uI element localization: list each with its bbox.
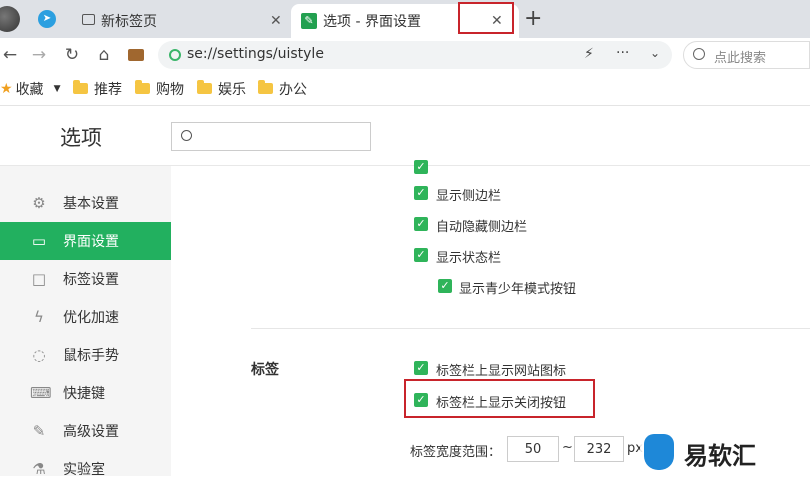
wrench-icon: ✎ — [301, 13, 317, 29]
search-icon — [181, 130, 192, 141]
option-label: 自动隐藏侧边栏 — [436, 220, 528, 235]
sidebar-item-label: 高级设置 — [63, 424, 119, 440]
keyboard-icon: ⌨ — [30, 384, 52, 402]
tab-width-max-input[interactable]: 232 — [574, 436, 624, 462]
folder-icon — [197, 80, 212, 94]
tab-strip: ➤ 新标签页 ✕ ✎ 选项 - 界面设置 ✕ + — [0, 0, 810, 38]
bookmark-folder[interactable]: 办公 — [258, 72, 307, 105]
window-icon: ▭ — [31, 232, 47, 250]
settings-header: 选项 — [0, 106, 810, 166]
checkbox[interactable]: ✓ — [414, 186, 428, 200]
favorites-menu[interactable]: ★ 收藏 ▼ — [0, 72, 60, 105]
favorites-label: 收藏 — [15, 81, 44, 98]
address-text: se://settings/uistyle — [187, 46, 324, 62]
more-menu-icon[interactable]: ··· — [616, 45, 629, 61]
tab-width-min-input[interactable]: 50 — [507, 436, 559, 462]
folder-icon — [258, 80, 273, 94]
bookmark-folder[interactable]: 推荐 — [73, 72, 122, 105]
checkbox[interactable]: ✓ — [414, 217, 428, 231]
search-icon — [693, 48, 705, 60]
sidebar-item-interface[interactable]: ▭ 界面设置 — [0, 222, 171, 260]
lightning-icon[interactable]: ⚡ — [584, 46, 594, 62]
page-title: 选项 — [60, 126, 102, 150]
checkbox[interactable]: ✓ — [414, 248, 428, 262]
tab-title: 新标签页 — [101, 14, 157, 30]
new-tab-page-icon — [82, 14, 95, 25]
sidebar-item-lab[interactable]: ⚗ 实验室 — [0, 450, 171, 488]
tab-title: 选项 - 界面设置 — [323, 14, 421, 30]
bookmark-folder[interactable]: 娱乐 — [197, 72, 246, 105]
sidebar-item-label: 实验室 — [63, 462, 105, 478]
sidebar-item-label: 鼠标手势 — [63, 348, 119, 364]
bookmark-label: 办公 — [279, 81, 307, 98]
search-placeholder: 点此搜索 — [714, 51, 767, 66]
section-divider — [251, 328, 810, 329]
sidebar-item-shortcuts[interactable]: ⌨ 快捷键 — [0, 374, 171, 412]
briefcase-icon[interactable] — [124, 38, 148, 72]
close-icon[interactable]: ✕ — [270, 13, 282, 29]
width-range-label: 标签宽度范围： — [410, 445, 502, 460]
profile-avatar[interactable] — [0, 6, 20, 32]
toolbar: ← → ↻ ⌂ se://settings/uistyle ⚡ ··· ⌄ 点此… — [0, 38, 810, 72]
bookmark-folder[interactable]: 购物 — [135, 72, 184, 105]
gear-icon: ⚙ — [32, 194, 46, 212]
new-tab-button[interactable]: + — [524, 6, 542, 31]
checkbox[interactable]: ✓ — [414, 160, 428, 174]
settings-search-input[interactable] — [171, 122, 371, 151]
option-label: 标签栏上显示网站图标 — [436, 364, 567, 379]
sidebar-item-basic[interactable]: ⚙ 基本设置 — [0, 184, 171, 222]
sidebar-item-label: 快捷键 — [63, 386, 105, 402]
sidebar-item-label: 界面设置 — [63, 234, 119, 250]
sidebar: ⚙ 基本设置 ▭ 界面设置 □ 标签设置 ϟ 优化加速 ◌ 鼠标手势 ⌨ 快捷键 ✎ 高级设置… — [0, 166, 171, 478]
watermark-logo-icon — [644, 434, 674, 470]
watermark-text: 易软汇 — [684, 442, 756, 470]
bookmarks-bar: ★ 收藏 ▼ 推荐 购物 娱乐 办公 — [0, 72, 810, 106]
option-label: 显示侧边栏 — [436, 189, 502, 204]
checkbox[interactable]: ✓ — [438, 279, 452, 293]
flask-icon: ⚗ — [32, 460, 46, 478]
sidebar-item-label: 基本设置 — [63, 196, 119, 212]
option-label: 显示青少年模式按钮 — [459, 282, 577, 297]
sidebar-item-tabs[interactable]: □ 标签设置 — [0, 260, 171, 298]
bookmark-label: 购物 — [156, 81, 184, 98]
address-bar[interactable]: se://settings/uistyle ⚡ ··· ⌄ — [158, 41, 672, 69]
back-button[interactable]: ← — [0, 38, 20, 72]
bookmark-label: 推荐 — [94, 81, 122, 98]
wrench-icon: ✎ — [32, 422, 46, 440]
bookmark-label: 娱乐 — [218, 81, 246, 98]
close-button-highlight — [458, 2, 514, 34]
tab-new-tab[interactable]: 新标签页 ✕ — [74, 4, 290, 38]
tab-icon: □ — [31, 270, 47, 288]
sidebar-item-optimize[interactable]: ϟ 优化加速 — [0, 298, 171, 336]
checkbox[interactable]: ✓ — [414, 361, 428, 375]
search-input[interactable]: 点此搜索 — [683, 41, 810, 69]
sidebar-item-label: 优化加速 — [63, 310, 119, 326]
range-separator: ~ — [562, 440, 573, 455]
watermark: 易软汇 — [640, 428, 810, 476]
lightning-icon: ϟ — [34, 308, 44, 326]
telegram-pinned-tab-icon[interactable]: ➤ — [38, 10, 56, 28]
reload-button[interactable]: ↻ — [60, 38, 84, 72]
option-highlight — [404, 379, 595, 418]
mouse-icon: ◌ — [32, 346, 46, 364]
sidebar-item-mouse-gestures[interactable]: ◌ 鼠标手势 — [0, 336, 171, 374]
folder-icon — [73, 80, 88, 94]
star-icon: ★ — [0, 80, 13, 97]
sidebar-item-advanced[interactable]: ✎ 高级设置 — [0, 412, 171, 450]
caret-down-icon: ▼ — [53, 83, 61, 94]
sidebar-item-label: 标签设置 — [63, 272, 119, 288]
forward-button[interactable]: → — [28, 38, 50, 72]
chevron-down-icon[interactable]: ⌄ — [650, 46, 660, 60]
folder-icon — [135, 80, 150, 94]
option-label: 显示状态栏 — [436, 251, 502, 266]
secure-icon — [169, 49, 181, 61]
section-title: 标签 — [251, 362, 279, 378]
home-button[interactable]: ⌂ — [92, 38, 116, 72]
